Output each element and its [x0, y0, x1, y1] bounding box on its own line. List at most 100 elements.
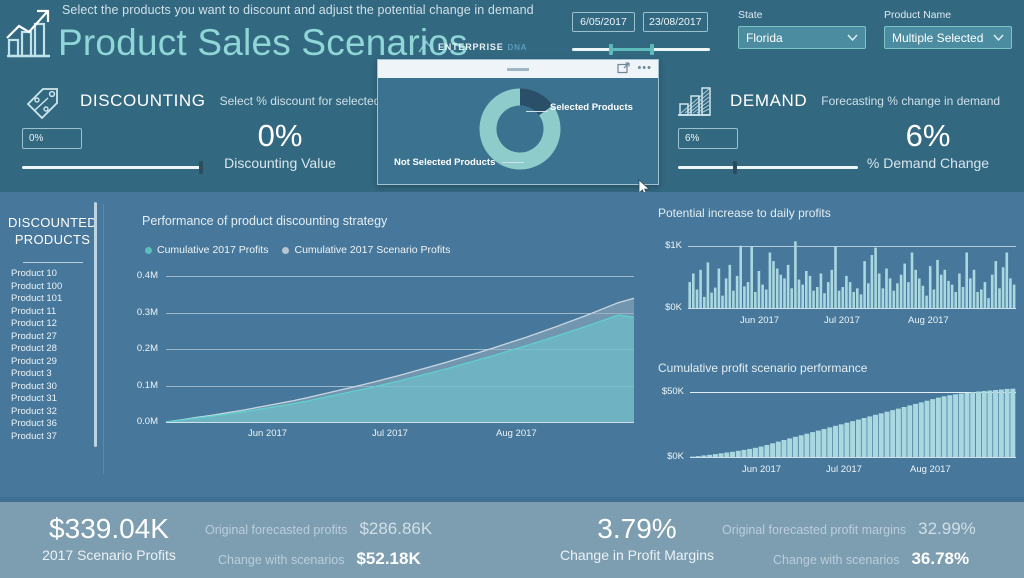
panel-divider	[103, 204, 104, 474]
dashboard-root: Select the products you want to discount…	[0, 0, 1024, 578]
list-item[interactable]: Product 10	[11, 268, 105, 281]
x-axis-tick: Jul 2017	[826, 464, 862, 475]
list-item[interactable]: Product 101	[11, 293, 105, 306]
legend-label-scenario-profits: Cumulative 2017 Scenario Profits	[294, 244, 451, 256]
x-axis-tick: Jun 2017	[248, 428, 288, 439]
date-range-active-span	[610, 48, 652, 51]
original-forecasted-profits-label: Original forecasted profits	[205, 523, 348, 537]
cumulative-scenario-plot[interactable]: $0K $50K Jun 2017 Jul 2017 Aug 2017	[650, 377, 1024, 487]
x-axis-tick: Jun 2017	[742, 464, 782, 475]
discounted-products-panel[interactable]: DISCOUNTED PRODUCTS Product 10 Product 10…	[0, 192, 105, 497]
vertical-scrollbar[interactable]	[94, 202, 97, 447]
discounting-value-card: 0% Discounting Value	[200, 118, 360, 171]
product-name-slicer[interactable]: Product Name Multiple Selected	[884, 9, 1012, 49]
list-item[interactable]: Product 11	[11, 306, 105, 319]
focus-mode-icon[interactable]	[617, 62, 631, 75]
date-end-input[interactable]: 23/08/2017	[643, 12, 708, 32]
donut-popup-window[interactable]: ••• Selected Products Not Selected Produ…	[377, 59, 659, 185]
drag-grip-icon[interactable]	[507, 67, 529, 71]
donut-label-selected: Selected Products	[550, 102, 633, 113]
demand-slider-line	[678, 166, 858, 169]
main-chart-plot[interactable]: 0.0M 0.1M 0.2M 0.3M 0.4M Jun 2017 Jul 2017 Aug …	[118, 270, 642, 460]
donut-leader-not-selected	[502, 162, 524, 163]
original-forecasted-profits-value: $286.86K	[359, 519, 433, 538]
x-axis-tick: Aug 2017	[908, 315, 949, 326]
body-panel: DISCOUNTED PRODUCTS Product 10 Product 10…	[0, 192, 1024, 497]
kpi-scenario-profits: $339.04K 2017 Scenario Profits	[16, 513, 202, 563]
discounting-slider-line	[22, 166, 202, 169]
x-axis-line	[688, 308, 1016, 309]
original-forecasted-margins-label: Original forecasted profit margins	[722, 523, 907, 537]
chevron-down-icon	[847, 34, 858, 41]
list-item[interactable]: Product 30	[11, 381, 105, 394]
bar-trend-icon	[678, 87, 711, 116]
kpi-original-forecasted-margins: Original forecasted profit margins 32.99…	[722, 519, 976, 539]
state-slicer-dropdown[interactable]: Florida	[738, 26, 866, 49]
original-forecasted-margins-value: 32.99%	[918, 519, 976, 538]
date-range-slicer[interactable]: 6/05/2017 23/08/2017	[572, 12, 712, 55]
product-slicer-value: Multiple Selected	[892, 30, 984, 45]
list-item[interactable]: Product 3	[11, 368, 105, 381]
change-with-scenarios-margins-label: Change with scenarios	[773, 553, 900, 567]
kpi-change-with-scenarios-profits: Change with scenarios $52.18K	[218, 549, 421, 569]
x-axis-tick: Jun 2017	[740, 315, 780, 326]
discounting-value-input[interactable]: 0%	[22, 128, 82, 149]
kpi-margin-change-label: Change in Profit Margins	[559, 547, 715, 563]
daily-profit-plot[interactable]: $0K $1K Jun 2017 Jul 2017 Aug 2017	[650, 226, 1024, 336]
x-axis-tick: Jul 2017	[372, 428, 408, 439]
enterprise-dna-mark-icon	[418, 40, 434, 53]
demand-slider-handle[interactable]	[733, 161, 737, 174]
demand-value-input[interactable]: 6%	[678, 128, 738, 149]
discounting-slider-track[interactable]	[22, 161, 203, 174]
more-options-icon[interactable]: •••	[637, 63, 652, 74]
main-area-chart-card[interactable]: Performance of product discounting strat…	[118, 192, 642, 482]
main-chart-legend[interactable]: Cumulative 2017 Profits Cumulative 2017 …	[145, 244, 642, 256]
list-item[interactable]: Product 36	[11, 418, 105, 431]
popup-content: Selected Products Not Selected Products	[378, 78, 658, 185]
date-range-handle-end[interactable]	[650, 44, 654, 55]
legend-item-scenario-profits[interactable]: Cumulative 2017 Scenario Profits	[282, 244, 450, 256]
list-item[interactable]: Product 29	[11, 356, 105, 369]
change-with-scenarios-profits-value: $52.18K	[356, 549, 421, 568]
list-item[interactable]: Product 28	[11, 343, 105, 356]
discounted-products-title: DISCOUNTED PRODUCTS	[0, 214, 105, 248]
list-item[interactable]: Product 31	[11, 393, 105, 406]
discounted-products-title-line2: PRODUCTS	[14, 232, 91, 247]
legend-item-profits[interactable]: Cumulative 2017 Profits	[145, 244, 268, 256]
x-axis-tick: Aug 2017	[496, 428, 537, 439]
demand-slider-track[interactable]	[678, 161, 858, 174]
discounting-slider[interactable]: 0%	[22, 128, 203, 174]
demand-title: DEMAND	[730, 91, 808, 110]
list-item[interactable]: Product 32	[11, 406, 105, 419]
date-start-input[interactable]: 6/05/2017	[572, 12, 635, 32]
change-with-scenarios-margins-value: 36.78%	[911, 549, 970, 568]
demand-description: Forecasting % change in demand	[821, 94, 1001, 108]
brand-text-dna: DNA	[507, 42, 528, 52]
product-list[interactable]: Product 10 Product 100 Product 101 Product …	[0, 268, 105, 443]
footer-kpi-bar: $339.04K 2017 Scenario Profits Original …	[0, 497, 1024, 578]
demand-big-value: 6%	[905, 118, 951, 153]
brand-logo: ENTERPRISE DNA	[418, 40, 527, 54]
date-range-track[interactable]	[572, 44, 712, 55]
list-item[interactable]: Product 12	[11, 318, 105, 331]
product-slicer-dropdown[interactable]: Multiple Selected	[884, 26, 1012, 49]
list-item[interactable]: Product 37	[11, 431, 105, 444]
discounting-big-value: 0%	[257, 118, 303, 153]
demand-slider[interactable]: 6%	[678, 128, 858, 174]
list-item[interactable]: Product 27	[11, 331, 105, 344]
kpi-change-in-profit-margins: 3.79% Change in Profit Margins	[522, 513, 752, 563]
kpi-scenario-profits-value: $339.04K	[49, 513, 169, 544]
popup-titlebar[interactable]: •••	[378, 60, 658, 78]
state-slicer[interactable]: State Florida	[738, 9, 866, 49]
discounting-title: DISCOUNTING	[80, 91, 206, 110]
cumulative-scenario-chart-card[interactable]: Cumulative profit scenario performance $…	[650, 347, 1024, 492]
state-slicer-value: Florida	[746, 30, 783, 45]
daily-profit-chart-card[interactable]: Potential increase to daily profits $0K $…	[650, 192, 1024, 344]
legend-marker-scenario-profits	[282, 246, 290, 254]
date-range-handle-start[interactable]	[609, 44, 613, 55]
daily-profit-chart-title: Potential increase to daily profits	[658, 206, 831, 220]
product-slicer-label: Product Name	[884, 9, 952, 21]
chevron-down-icon	[993, 34, 1004, 41]
list-item[interactable]: Product 100	[11, 281, 105, 294]
discounted-products-title-line1: DISCOUNTED	[8, 215, 97, 230]
